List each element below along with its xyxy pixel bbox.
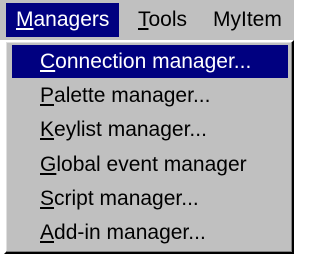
menu-item-label: onnection manager...: [55, 50, 252, 73]
menu-item-mnemonic: P: [40, 84, 55, 107]
managers-dropdown-menu: Connection manager... Palette manager...…: [4, 40, 294, 254]
menu-item-label: eylist manager...: [54, 118, 207, 141]
menu-item-palette-manager[interactable]: Palette manager...: [12, 79, 288, 112]
menu-tools-label: ools: [148, 8, 188, 31]
menu-item-connection-manager[interactable]: Connection manager...: [12, 45, 288, 78]
menu-item-label: lobal event manager: [56, 153, 247, 176]
menu-item-script-manager[interactable]: Script manager...: [12, 182, 288, 215]
menu-item-mnemonic: K: [40, 118, 55, 141]
menu-item-mnemonic: C: [40, 50, 56, 73]
menu-item-label: dd-in manager...: [54, 221, 206, 244]
menu-tools-mnemonic: T: [138, 8, 149, 31]
menu-managers-mnemonic: M: [16, 8, 34, 31]
menu-item-label: cript manager...: [54, 187, 199, 210]
menu-item-mnemonic: A: [40, 221, 55, 244]
menu-bar: Managers Tools MyItem: [0, 0, 294, 40]
menu-myitem-label: MyItem: [213, 8, 282, 31]
menu-item-mnemonic: G: [40, 153, 57, 176]
menu-item-add-in-manager[interactable]: Add-in manager...: [12, 216, 288, 249]
menu-item-label: alette manager...: [54, 84, 211, 107]
menu-tools[interactable]: Tools: [128, 3, 197, 37]
menu-managers[interactable]: Managers: [6, 3, 120, 37]
menu-item-mnemonic: S: [40, 187, 55, 210]
menu-myitem[interactable]: MyItem: [203, 3, 292, 37]
menu-item-global-event-manager[interactable]: Global event manager: [12, 148, 288, 181]
menu-item-keylist-manager[interactable]: Keylist manager...: [12, 113, 288, 146]
menu-managers-label: anagers: [33, 8, 110, 31]
